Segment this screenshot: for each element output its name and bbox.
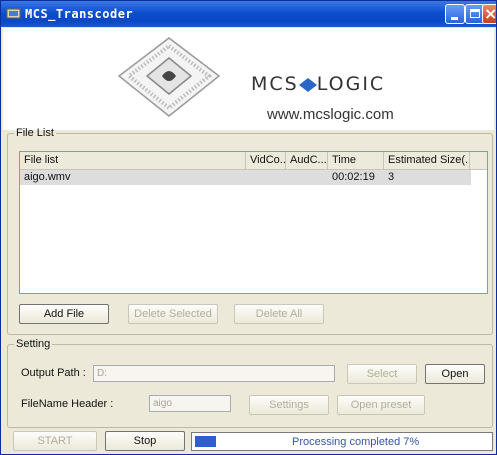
settings-button[interactable]: Settings <box>249 395 329 415</box>
stop-button[interactable]: Stop <box>105 431 185 451</box>
table-header: File list VidCo... AudC... Time Estimate… <box>20 152 487 170</box>
start-button[interactable]: START <box>13 431 97 451</box>
cell-vid-codec <box>246 170 250 185</box>
file-list-legend: File List <box>16 127 54 139</box>
brand-logo: MCS LOGIC <box>251 73 385 95</box>
add-file-button[interactable]: Add File <box>19 304 109 324</box>
column-header-file[interactable]: File list <box>20 152 246 169</box>
minimize-button[interactable] <box>445 4 465 24</box>
app-window: MCS_Transcoder MCS LOGIC www.mcslogic.com… <box>0 0 497 455</box>
cell-file: aigo.wmv <box>24 171 71 183</box>
output-path-label: Output Path : <box>21 367 86 379</box>
banner: MCS LOGIC www.mcslogic.com <box>3 28 494 130</box>
column-header-vidcodec[interactable]: VidCo... <box>246 152 286 169</box>
delete-selected-button[interactable]: Delete Selected <box>128 304 218 324</box>
filename-header-label: FileName Header : <box>21 398 114 410</box>
chip-logo-icon <box>117 37 221 117</box>
website-text: www.mcslogic.com <box>267 106 394 123</box>
app-icon <box>6 8 21 19</box>
column-header-audcodec[interactable]: AudC... <box>286 152 328 169</box>
column-header-time[interactable]: Time <box>328 152 384 169</box>
status-text: Processing completed 7% <box>292 436 420 448</box>
close-button[interactable] <box>482 4 496 24</box>
select-button[interactable]: Select <box>347 364 417 384</box>
diamond-icon <box>298 77 317 92</box>
cell-size: 3 <box>388 171 395 183</box>
cell-aud-codec <box>286 170 290 185</box>
table-row[interactable]: aigo.wmv 00:02:19 3 <box>20 170 471 185</box>
title-bar[interactable]: MCS_Transcoder <box>1 1 496 27</box>
progress-bar: Processing completed 7% <box>191 432 493 451</box>
delete-all-button[interactable]: Delete All <box>234 304 324 324</box>
file-table[interactable]: File list VidCo... AudC... Time Estimate… <box>19 151 488 294</box>
column-header-size[interactable]: Estimated Size(... <box>384 152 470 169</box>
window-title: MCS_Transcoder <box>25 7 134 21</box>
output-path-field[interactable]: D: <box>93 365 335 382</box>
progress-fill <box>195 436 216 447</box>
cell-time: 00:02:19 <box>332 171 375 183</box>
open-button[interactable]: Open <box>425 364 485 384</box>
filename-header-field[interactable]: aigo <box>149 395 231 412</box>
open-preset-button[interactable]: Open preset <box>337 395 425 415</box>
brand-left-text: MCS <box>251 73 299 95</box>
brand-right-text: LOGIC <box>316 73 386 95</box>
setting-legend: Setting <box>16 338 51 350</box>
